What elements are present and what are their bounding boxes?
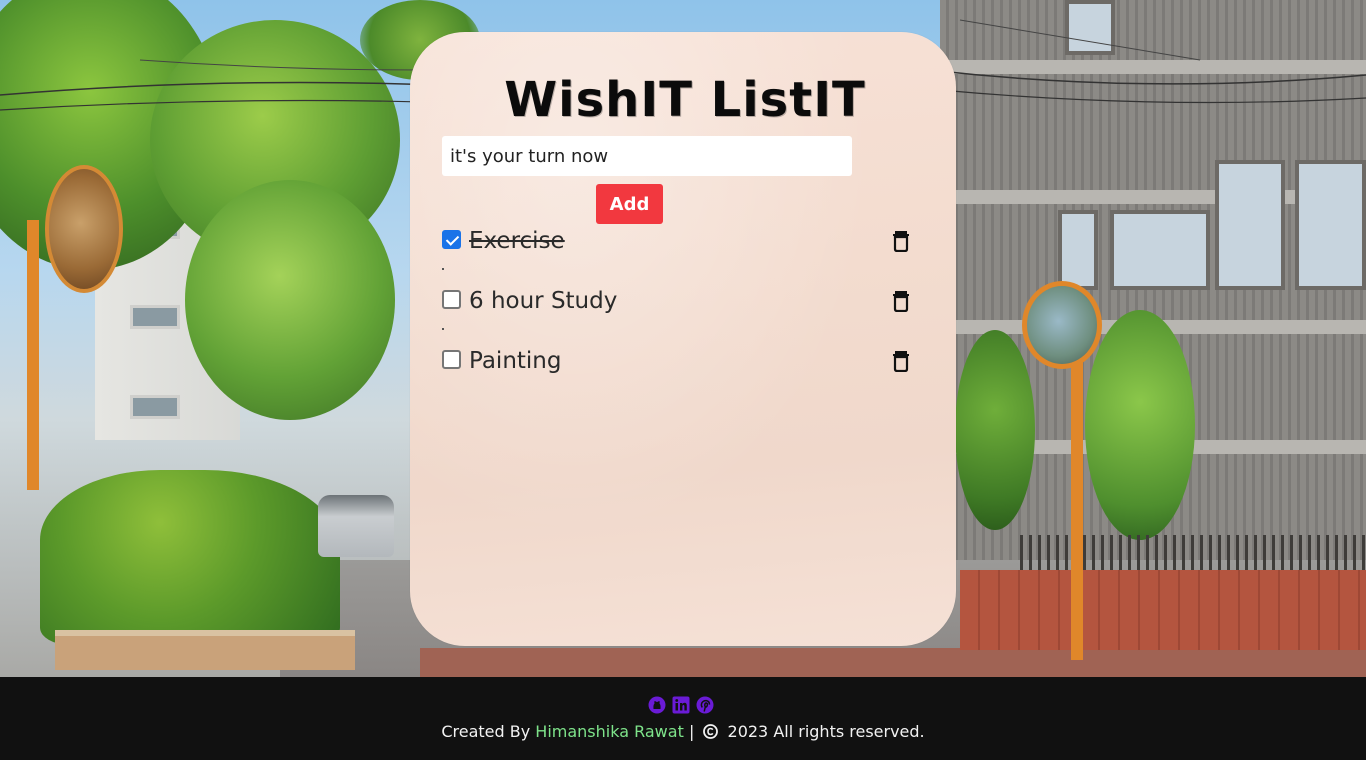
wishlist-card: WishIT ListIT Add Exercise 6 hour Study	[410, 32, 956, 646]
task-checkbox[interactable]	[442, 230, 461, 249]
task-label: Exercise	[469, 228, 565, 254]
add-button[interactable]: Add	[596, 184, 663, 224]
author-link[interactable]: Himanshika Rawat	[535, 722, 684, 741]
social-links	[648, 696, 714, 714]
task-label: 6 hour Study	[469, 288, 618, 314]
pinterest-icon[interactable]	[696, 696, 714, 714]
task-item: Painting	[442, 348, 920, 408]
task-checkbox[interactable]	[442, 350, 461, 369]
linkedin-icon[interactable]	[672, 696, 690, 714]
task-input[interactable]	[442, 136, 852, 176]
trash-icon[interactable]	[892, 230, 910, 253]
task-list: Exercise 6 hour Study Painting	[442, 228, 920, 408]
footer-prefix: Created By	[441, 722, 531, 741]
footer-credit: Created By Himanshika Rawat | 2023 All r…	[0, 722, 1366, 741]
footer-separator: |	[688, 722, 695, 741]
copyright-icon	[703, 724, 719, 739]
task-label: Painting	[469, 348, 562, 374]
github-icon[interactable]	[648, 696, 666, 714]
task-item: 6 hour Study	[442, 288, 920, 348]
app-title: WishIT ListIT	[504, 72, 866, 128]
footer-rights: 2023 All rights reserved.	[727, 722, 925, 741]
task-item: Exercise	[442, 228, 920, 288]
footer: Created By Himanshika Rawat | 2023 All r…	[0, 677, 1366, 760]
task-checkbox[interactable]	[442, 290, 461, 309]
trash-icon[interactable]	[892, 290, 910, 313]
trash-icon[interactable]	[892, 350, 910, 373]
